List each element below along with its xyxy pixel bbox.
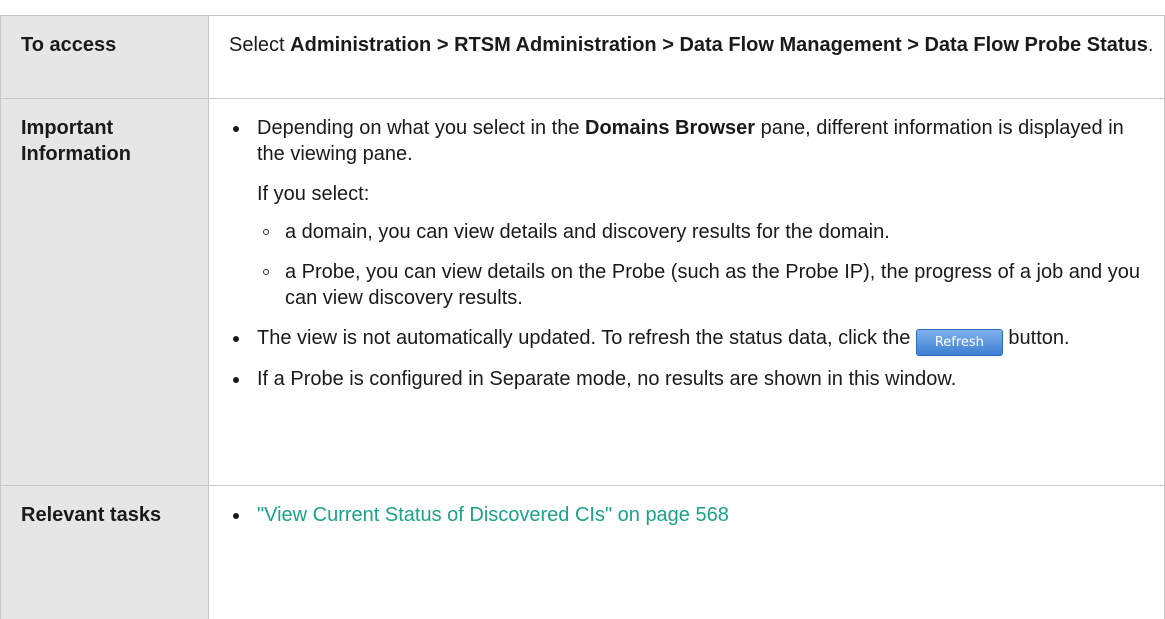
bullet1-pre-text: Depending on what you select in the xyxy=(257,117,585,139)
label-relevant-tasks: Relevant tasks xyxy=(0,485,209,619)
info-bullet-domains-browser: Depending on what you select in the Doma… xyxy=(229,115,1154,311)
row-relevant-tasks: Relevant tasks "View Current Status of D… xyxy=(0,485,1165,619)
tasks-bullet-list: "View Current Status of Discovered CIs" … xyxy=(229,502,1154,528)
content-important-information: Depending on what you select in the Doma… xyxy=(208,98,1165,486)
if-you-select-text: If you select: xyxy=(257,183,370,205)
access-post-text: . xyxy=(1147,34,1154,56)
info-bullet-separate-mode: If a Probe is configured in Separate mod… xyxy=(229,366,1154,392)
sub-item-probe: a Probe, you can view details on the Pro… xyxy=(257,259,1154,311)
bullet2-post-text: button. xyxy=(1002,327,1070,349)
domains-browser-text: Domains Browser xyxy=(585,117,756,139)
info-bullet-list: Depending on what you select in the Doma… xyxy=(229,115,1154,392)
content-to-access: Select Administration > RTSM Administrat… xyxy=(208,15,1165,99)
bullet2-pre-text: The view is not automatically updated. T… xyxy=(257,327,916,349)
info-bullet-refresh: The view is not automatically updated. T… xyxy=(229,325,1154,356)
task-list-item: "View Current Status of Discovered CIs" … xyxy=(229,502,1154,528)
sub-item-domain: a domain, you can view details and disco… xyxy=(257,219,1154,245)
selection-sublist: a domain, you can view details and disco… xyxy=(257,219,1154,311)
view-current-status-link[interactable]: "View Current Status of Discovered CIs" … xyxy=(257,504,729,526)
content-relevant-tasks: "View Current Status of Discovered CIs" … xyxy=(208,485,1165,619)
row-to-access: To access Select Administration > RTSM A… xyxy=(0,15,1165,99)
label-important-information: Important Information xyxy=(0,98,209,486)
refresh-button[interactable]: Refresh xyxy=(915,329,1003,356)
access-menu-path: Administration > RTSM Administration > D… xyxy=(290,34,1148,56)
row-important-information: Important Information Depending on what … xyxy=(0,98,1165,486)
info-table: To access Select Administration > RTSM A… xyxy=(0,15,1165,619)
label-to-access: To access xyxy=(0,15,209,99)
access-pre-text: Select xyxy=(229,34,291,56)
